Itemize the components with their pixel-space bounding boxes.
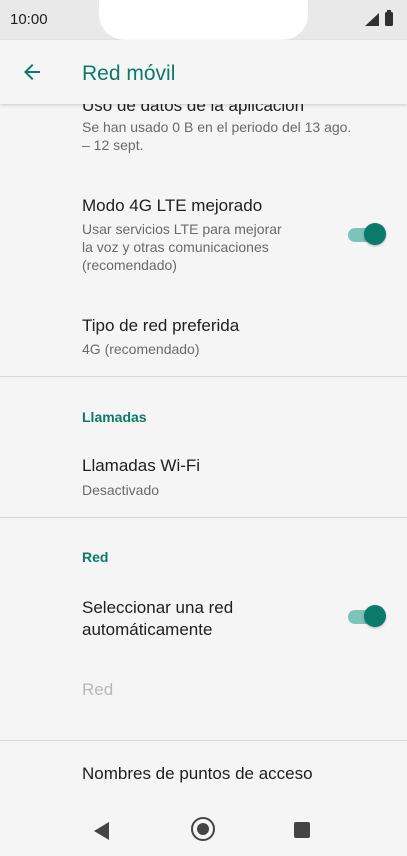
divider <box>0 517 407 518</box>
lte-toggle[interactable] <box>348 222 388 246</box>
nav-back-icon[interactable] <box>94 822 109 840</box>
setting-title: Nombres de puntos de acceso <box>82 764 313 783</box>
setting-title: automáticamente <box>82 620 213 639</box>
setting-title: Tipo de red preferida <box>82 316 240 335</box>
battery-icon <box>385 10 393 26</box>
setting-data-usage[interactable]: Uso de datos de la aplicación Se han usa… <box>0 104 407 170</box>
section-title-network: Red <box>82 549 109 565</box>
system-icons <box>365 10 393 26</box>
settings-list: Uso de datos de la aplicación Se han usa… <box>0 104 407 802</box>
setting-summary: Se han usado 0 B en el periodo del 13 ag… <box>82 119 352 135</box>
back-arrow-icon[interactable] <box>20 60 44 84</box>
setting-apn[interactable]: Nombres de puntos de acceso <box>0 744 407 802</box>
status-bar: 10:00 <box>0 0 407 40</box>
setting-title: Seleccionar una red <box>82 598 234 617</box>
setting-auto-network[interactable]: Seleccionar una red automáticamente <box>0 584 407 654</box>
section-title-calls: Llamadas <box>82 409 147 425</box>
signal-icon <box>365 13 379 26</box>
setting-title: Red <box>82 680 114 699</box>
toggle-thumb <box>364 605 386 627</box>
setting-summary: 4G (recomendado) <box>82 341 200 357</box>
setting-title: Modo 4G LTE mejorado <box>82 196 263 215</box>
setting-summary: Desactivado <box>82 482 160 498</box>
nav-home-icon[interactable] <box>191 817 215 841</box>
setting-lte-mode[interactable]: Modo 4G LTE mejorado Usar servicios LTE … <box>0 184 407 284</box>
navigation-bar <box>0 802 407 856</box>
nav-recents-icon[interactable] <box>294 822 310 838</box>
setting-title: Llamadas Wi-Fi <box>82 456 201 475</box>
divider <box>0 740 407 741</box>
auto-network-toggle[interactable] <box>348 604 388 628</box>
divider <box>0 376 407 377</box>
status-time: 10:00 <box>10 11 48 28</box>
toggle-thumb <box>364 223 386 245</box>
setting-wifi-calling[interactable]: Llamadas Wi-Fi Desactivado <box>0 440 407 510</box>
setting-summary: la voz y otras comunicaciones <box>82 239 269 255</box>
setting-title: Uso de datos de la aplicación <box>82 104 305 115</box>
setting-summary: Usar servicios LTE para mejorar <box>82 221 282 237</box>
display-notch <box>99 0 308 40</box>
setting-network: Red <box>0 664 407 714</box>
setting-summary: – 12 sept. <box>82 137 144 153</box>
setting-preferred-network[interactable]: Tipo de red preferida 4G (recomendado) <box>0 300 407 370</box>
setting-summary: (recomendado) <box>82 257 177 273</box>
app-bar: Red móvil <box>0 40 407 104</box>
page-title: Red móvil <box>82 62 176 85</box>
